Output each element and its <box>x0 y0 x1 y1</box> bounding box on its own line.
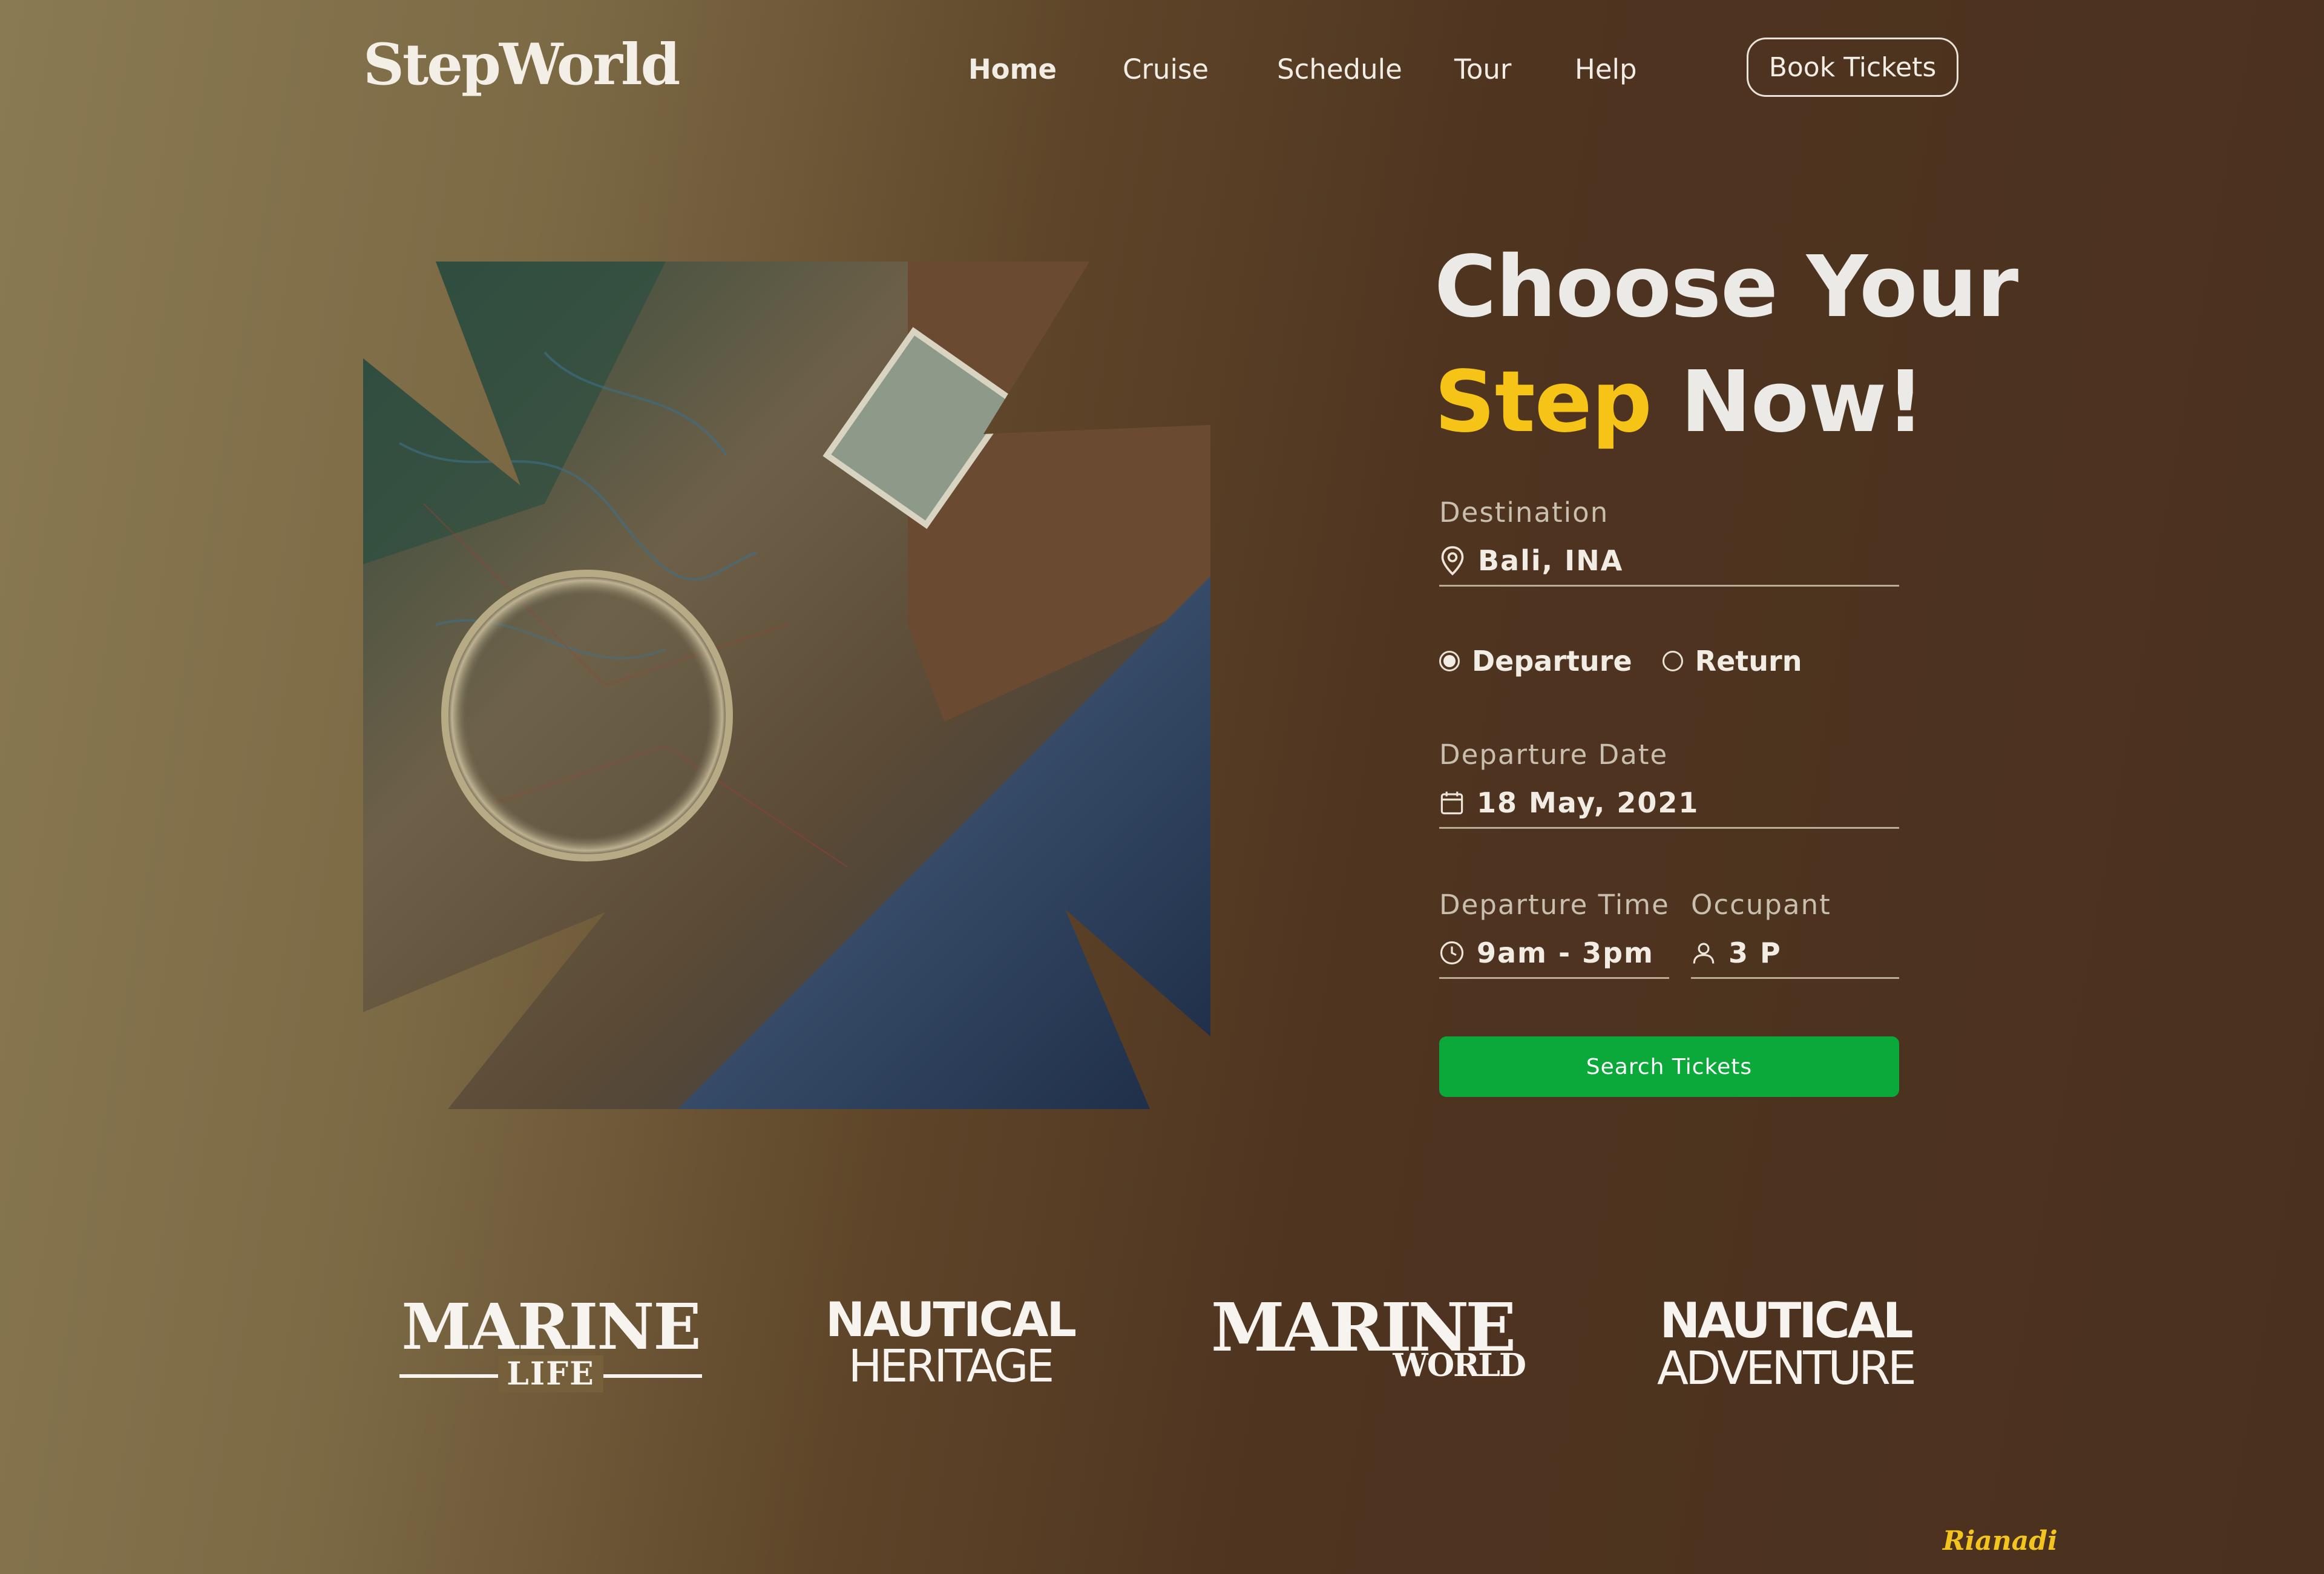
nav-schedule[interactable]: Schedule <box>1277 53 1402 85</box>
logo-nautical-adventure-top: NAUTICAL <box>1659 1292 1913 1349</box>
nav-tour[interactable]: Tour <box>1454 53 1511 85</box>
radio-return[interactable]: Return <box>1662 645 1802 677</box>
book-tickets-button[interactable]: Book Tickets <box>1747 38 1958 97</box>
location-pin-icon <box>1441 546 1464 576</box>
departure-time-field[interactable]: 9am - 3pm <box>1439 929 1669 979</box>
occupant-label: Occupant <box>1691 889 1831 921</box>
calendar-icon <box>1440 791 1463 815</box>
departure-date-value: 18 May, 2021 <box>1477 786 1699 819</box>
headline-line-2: Step Now! <box>1434 345 2018 460</box>
hero-map-image <box>363 262 1210 1109</box>
destination-field[interactable]: Bali, INA <box>1439 536 1899 587</box>
nav-home[interactable]: Home <box>968 53 1057 85</box>
radio-unselected-indicator[interactable] <box>1662 651 1683 671</box>
radio-selected-indicator[interactable] <box>1439 651 1460 671</box>
logo-marine-life: MARINE LIFE <box>393 1296 708 1392</box>
logo-nautical-heritage: NAUTICAL HERITAGE <box>817 1297 1083 1389</box>
author-signature: Rianadi <box>1943 1526 2058 1556</box>
trip-type-group: Departure Return <box>1439 645 1802 677</box>
hero-headline: Choose Your Step Now! <box>1434 230 2018 460</box>
clock-icon <box>1440 941 1464 965</box>
headline-rest: Now! <box>1680 353 1925 452</box>
logo-nautical-adventure: NAUTICAL ADVENTURE <box>1640 1297 1931 1391</box>
occupant-value: 3 P <box>1728 937 1782 969</box>
destination-label: Destination <box>1439 496 1609 529</box>
departure-time-value: 9am - 3pm <box>1477 937 1654 969</box>
logo-marine-world: MARINE WORLD <box>1198 1294 1526 1381</box>
departure-time-label: Departure Time <box>1439 889 1670 921</box>
departure-date-label: Departure Date <box>1439 739 1669 771</box>
logo-nautical-heritage-bottom: HERITAGE <box>848 1340 1055 1392</box>
logo-marine-life-top: MARINE <box>401 1289 701 1364</box>
radio-return-label: Return <box>1695 645 1802 677</box>
logo-nautical-heritage-top: NAUTICAL <box>825 1293 1077 1348</box>
nav-help[interactable]: Help <box>1575 53 1637 85</box>
search-tickets-button[interactable]: Search Tickets <box>1439 1036 1899 1097</box>
destination-value: Bali, INA <box>1478 544 1624 577</box>
headline-accent: Step <box>1434 353 1652 452</box>
brand-logo[interactable]: StepWorld <box>363 31 680 98</box>
radio-departure[interactable]: Departure <box>1439 645 1632 677</box>
radio-departure-label: Departure <box>1472 645 1632 677</box>
occupant-field[interactable]: 3 P <box>1691 929 1899 979</box>
nav-cruise[interactable]: Cruise <box>1123 53 1209 85</box>
logo-marine-life-bottom: LIFE <box>498 1355 603 1392</box>
departure-date-field[interactable]: 18 May, 2021 <box>1439 779 1899 829</box>
user-icon <box>1693 943 1715 964</box>
logo-nautical-adventure-bottom: ADVENTURE <box>1657 1341 1917 1395</box>
headline-line-1: Choose Your <box>1434 238 2018 337</box>
